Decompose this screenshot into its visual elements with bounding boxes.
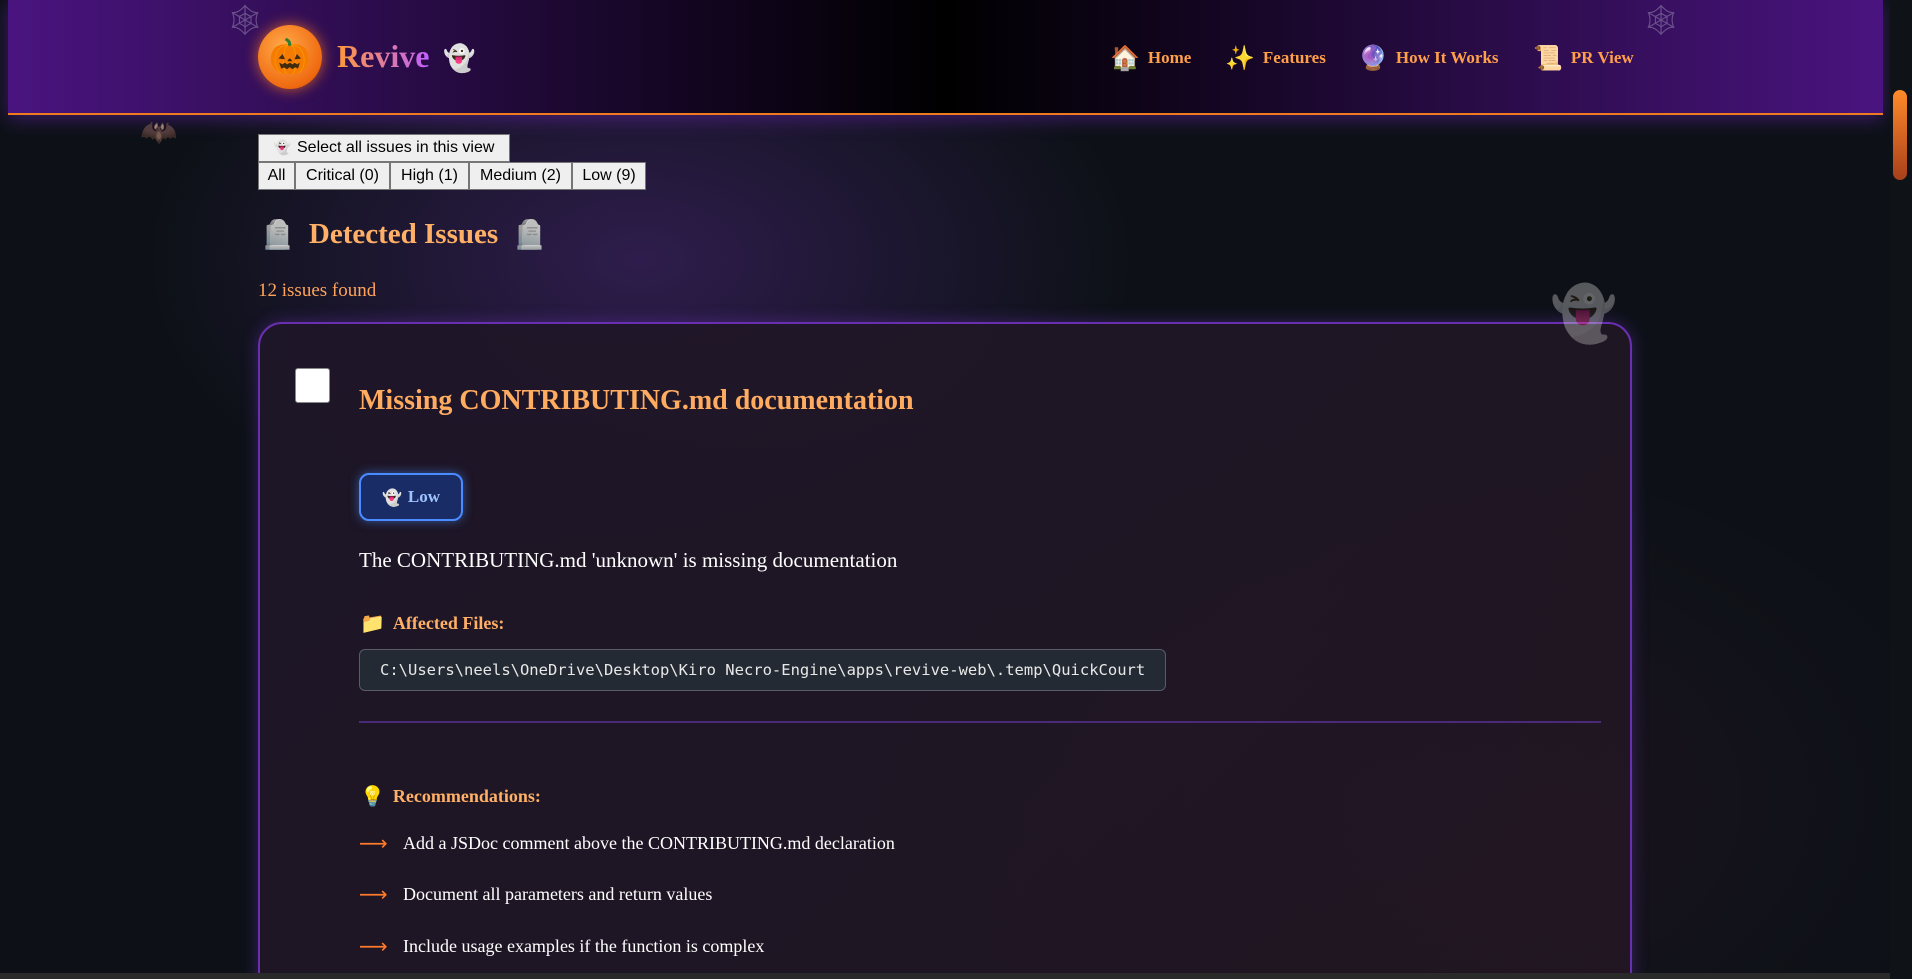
house-icon: 🏠 (1110, 44, 1140, 72)
nav-features[interactable]: ✨ Features (1225, 44, 1326, 72)
file-path: C:\Users\neels\OneDrive\Desktop\Kiro Nec… (359, 649, 1167, 691)
bat-icon: 🦇 (140, 115, 178, 150)
sparkles-icon: ✨ (1225, 44, 1255, 72)
scrollbar-thumb[interactable] (1893, 90, 1907, 180)
filter-high-button[interactable]: High (1) (390, 162, 469, 190)
filter-low-button[interactable]: Low (9) (572, 162, 646, 190)
filter-medium-button[interactable]: Medium (2) (469, 162, 572, 190)
bottom-edge (0, 973, 1890, 979)
nav-how-it-works[interactable]: 🔮 How It Works (1358, 44, 1499, 72)
crystal-ball-icon: 🔮 (1358, 44, 1388, 72)
issue-select-checkbox[interactable] (295, 368, 330, 403)
filter-all-button[interactable]: All (258, 162, 295, 190)
recommendation-text: Document all parameters and return value… (403, 883, 713, 904)
divider (359, 721, 1601, 723)
section-title: 🪦 Detected Issues 🪦 (260, 218, 547, 251)
nav-home[interactable]: 🏠 Home (1110, 44, 1191, 72)
ghost-icon: 👻 (381, 487, 402, 507)
select-all-button[interactable]: 👻 Select all issues in this view (258, 134, 510, 162)
scroll-icon: 📜 (1533, 44, 1563, 72)
issue-description: The CONTRIBUTING.md 'unknown' is missing… (359, 548, 898, 572)
tombstone-icon: 🪦 (260, 218, 295, 251)
ghost-icon: 👻 (1550, 282, 1618, 345)
nav-label: How It Works (1395, 48, 1499, 67)
issue-count: 12 issues found (258, 280, 377, 301)
recommendation-item: ⟶ Document all parameters and return val… (359, 882, 712, 906)
nav-label: PR View (1570, 48, 1634, 67)
spiderweb-icon: 🕸 (226, 3, 265, 38)
arrow-right-icon: ⟶ (359, 882, 388, 906)
ghost-icon: 👻 (443, 44, 476, 74)
section-title-text: Detected Issues (308, 218, 499, 250)
issue-title: Missing CONTRIBUTING.md documentation (359, 385, 914, 416)
filter-critical-button[interactable]: Critical (0) (295, 162, 390, 190)
nav-pr-view[interactable]: 📜 PR View (1533, 44, 1634, 72)
lightbulb-icon: 💡 (360, 784, 385, 808)
tombstone-icon: 🪦 (512, 218, 548, 251)
pumpkin-logo-icon[interactable]: 🎃 (258, 25, 322, 89)
affected-files-label: Affected Files: (392, 612, 505, 633)
recommendation-item: ⟶ Add a JSDoc comment above the CONTRIBU… (359, 831, 895, 855)
recommendation-item: ⟶ Include usage examples if the function… (359, 934, 764, 958)
nav-label: Features (1262, 48, 1326, 67)
arrow-right-icon: ⟶ (359, 831, 388, 855)
affected-files-heading: 📁 Affected Files: (360, 611, 504, 635)
spiderweb-icon: 🕸 (1642, 3, 1681, 38)
recommendation-text: Include usage examples if the function i… (403, 935, 765, 956)
brand-name[interactable]: Revive (337, 38, 429, 75)
severity-label: Low (407, 487, 441, 506)
ghost-icon: 👻 (273, 140, 291, 156)
recommendations-label: Recommendations: (392, 785, 541, 806)
severity-badge: 👻 Low (359, 473, 463, 521)
recommendation-text: Add a JSDoc comment above the CONTRIBUTI… (403, 832, 895, 853)
arrow-right-icon: ⟶ (359, 934, 388, 958)
folder-icon: 📁 (360, 611, 385, 635)
nav-label: Home (1147, 48, 1192, 67)
select-all-label: Select all issues in this view (297, 139, 495, 156)
recommendations-heading: 💡 Recommendations: (360, 784, 541, 808)
